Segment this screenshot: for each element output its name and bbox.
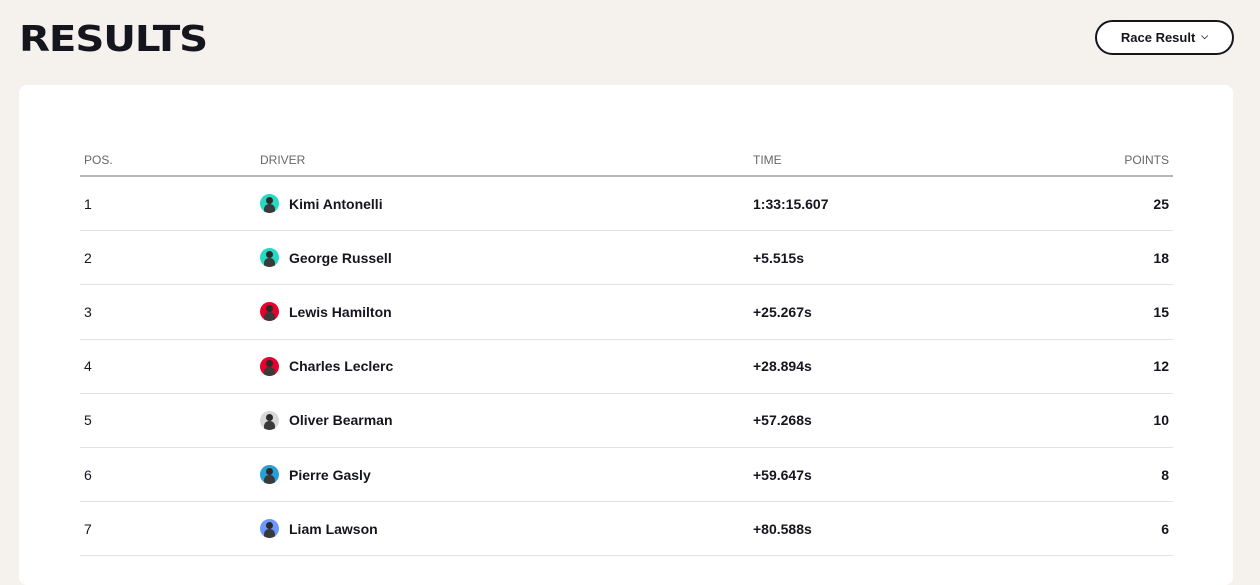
driver-cell[interactable]: Oliver Bearman bbox=[260, 410, 749, 430]
driver-name: Kimi Antonelli bbox=[289, 195, 383, 212]
time-cell: +80.588s bbox=[753, 520, 812, 537]
driver-name: Charles Leclerc bbox=[289, 358, 394, 375]
time-cell: 1:33:15.607 bbox=[753, 195, 829, 212]
table-row[interactable]: 2 George Russell +5.515s 18 bbox=[80, 231, 1173, 286]
table-row[interactable]: 1 Kimi Antonelli 1:33:15.607 25 bbox=[80, 177, 1173, 232]
driver-avatar-icon bbox=[260, 248, 279, 268]
table-row[interactable]: 4 Charles Leclerc +28.894s 12 bbox=[80, 340, 1173, 394]
driver-avatar-icon bbox=[260, 465, 279, 485]
points-cell: 18 bbox=[1153, 249, 1169, 266]
points-cell: 8 bbox=[1161, 466, 1169, 483]
driver-name: George Russell bbox=[289, 249, 392, 266]
driver-name: Lewis Hamilton bbox=[289, 303, 392, 320]
time-cell: +59.647s bbox=[753, 466, 812, 483]
position-cell: 4 bbox=[84, 358, 92, 375]
position-cell: 2 bbox=[84, 249, 92, 266]
position-cell: 7 bbox=[84, 520, 92, 537]
race-result-dropdown[interactable]: Race Result ⌵ bbox=[1095, 20, 1234, 55]
results-table: POS. DRIVER TIME POINTS 1 Kimi Antonelli 1… bbox=[80, 145, 1173, 557]
page-title: RESULTS bbox=[19, 19, 208, 60]
position-cell: 6 bbox=[84, 466, 92, 483]
position-cell: 1 bbox=[84, 195, 92, 212]
driver-cell[interactable]: Charles Leclerc bbox=[260, 356, 749, 376]
driver-name: Pierre Gasly bbox=[289, 466, 371, 483]
points-cell: 6 bbox=[1161, 520, 1169, 537]
table-row[interactable]: 3 Lewis Hamilton +25.267s 15 bbox=[80, 285, 1173, 340]
dropdown-label: Race Result bbox=[1120, 30, 1196, 45]
position-cell: 3 bbox=[84, 303, 92, 320]
column-header-time: TIME bbox=[753, 153, 782, 167]
driver-avatar-icon bbox=[260, 356, 279, 376]
points-cell: 12 bbox=[1153, 358, 1169, 375]
points-cell: 25 bbox=[1153, 195, 1169, 212]
driver-cell[interactable]: Kimi Antonelli bbox=[260, 194, 749, 214]
driver-cell[interactable]: Liam Lawson bbox=[260, 519, 749, 539]
driver-cell[interactable]: George Russell bbox=[260, 248, 749, 268]
time-cell: +28.894s bbox=[753, 358, 812, 375]
driver-name: Oliver Bearman bbox=[289, 412, 393, 429]
driver-name: Liam Lawson bbox=[289, 520, 378, 537]
driver-cell[interactable]: Lewis Hamilton bbox=[260, 302, 749, 322]
table-row[interactable]: 6 Pierre Gasly +59.647s 8 bbox=[80, 448, 1173, 503]
time-cell: +57.268s bbox=[753, 412, 812, 429]
points-cell: 10 bbox=[1153, 412, 1169, 429]
position-cell: 5 bbox=[84, 412, 92, 429]
table-row[interactable]: 7 Liam Lawson +80.588s 6 bbox=[80, 502, 1173, 557]
column-header-driver: DRIVER bbox=[260, 153, 306, 167]
driver-avatar-icon bbox=[260, 194, 279, 214]
driver-cell[interactable]: Pierre Gasly bbox=[260, 465, 749, 485]
time-cell: +5.515s bbox=[753, 249, 804, 266]
column-header-points: POINTS bbox=[1124, 153, 1169, 167]
table-row[interactable]: 5 Oliver Bearman +57.268s 10 bbox=[80, 394, 1173, 448]
driver-avatar-icon bbox=[260, 410, 279, 430]
time-cell: +25.267s bbox=[753, 303, 812, 320]
driver-avatar-icon bbox=[260, 302, 279, 322]
table-body: 1 Kimi Antonelli 1:33:15.607 25 2 George Russ… bbox=[80, 177, 1173, 557]
table-header: POS. DRIVER TIME POINTS bbox=[80, 145, 1173, 177]
column-header-pos: POS. bbox=[84, 153, 113, 167]
results-card: POS. DRIVER TIME POINTS 1 Kimi Antonelli 1… bbox=[19, 85, 1233, 585]
chevron-down-icon: ⌵ bbox=[1201, 31, 1209, 41]
driver-avatar-icon bbox=[260, 519, 279, 539]
points-cell: 15 bbox=[1153, 303, 1169, 320]
